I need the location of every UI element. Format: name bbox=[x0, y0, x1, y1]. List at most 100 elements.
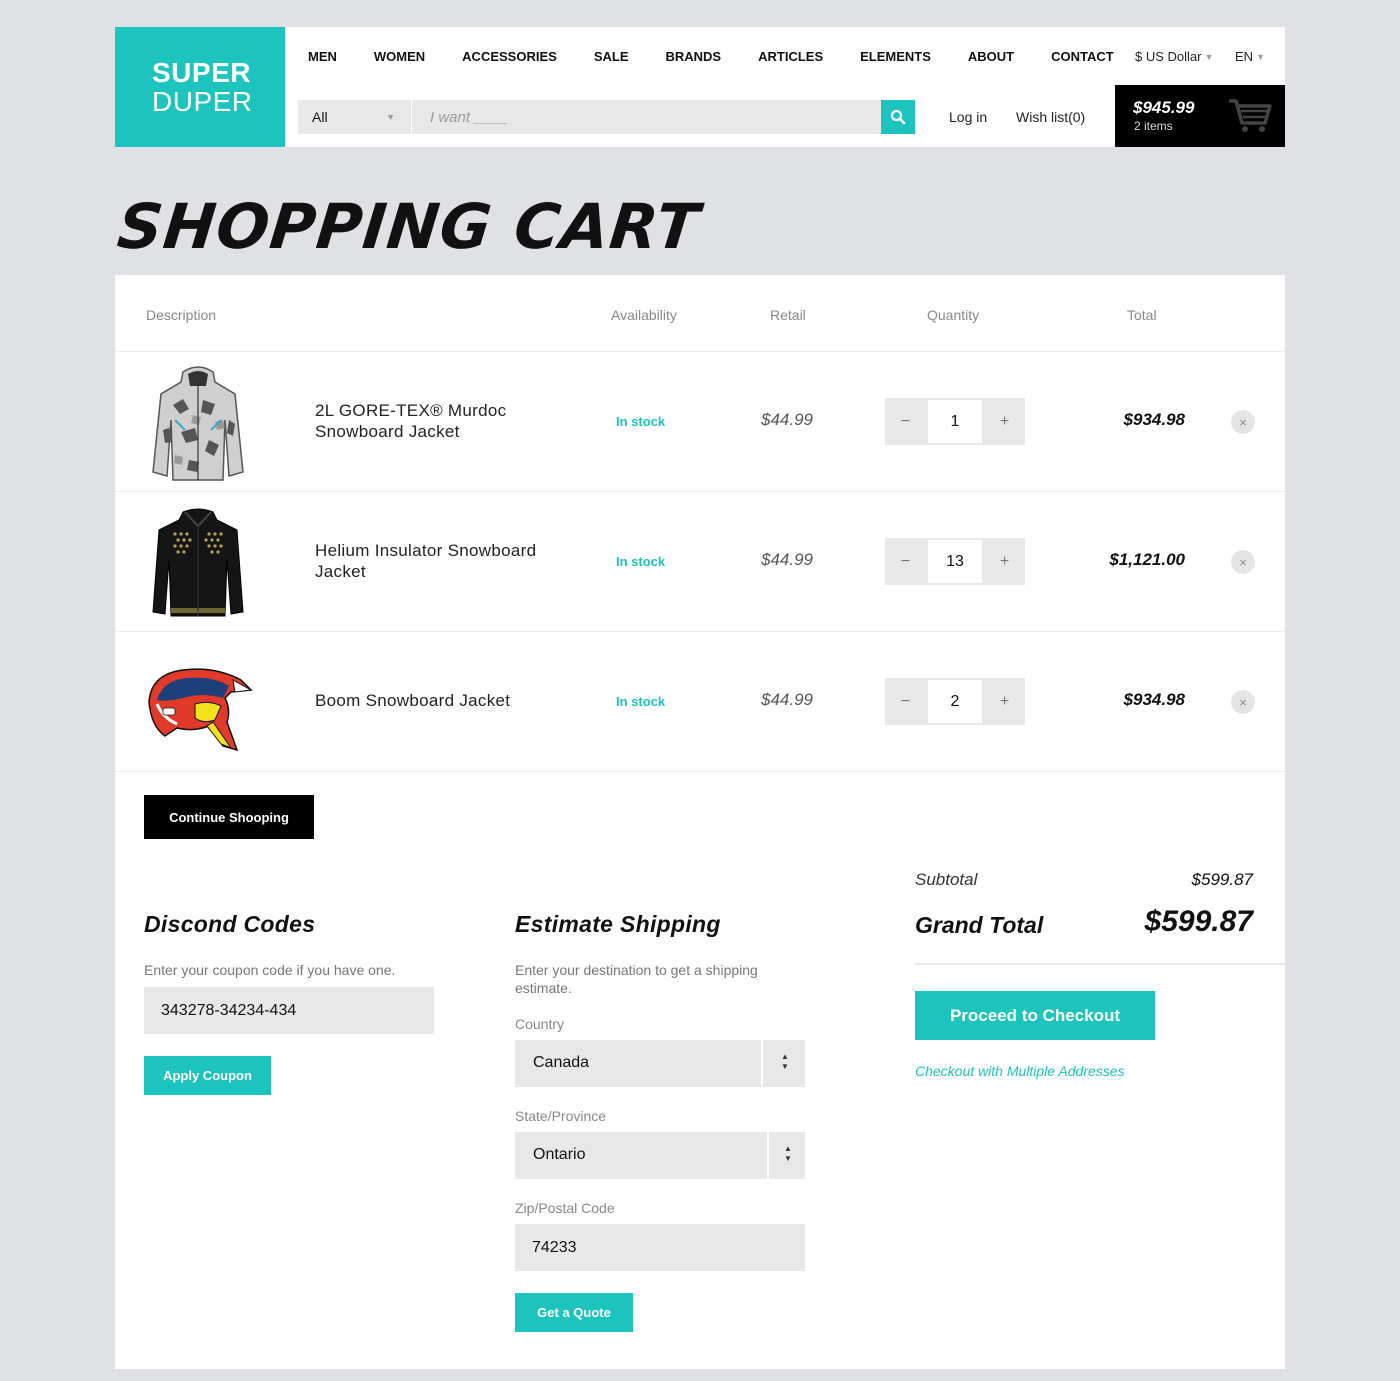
mini-cart-amount: $945.99 bbox=[1133, 98, 1195, 117]
nav-accessories[interactable]: ACCESSORIES bbox=[462, 49, 557, 69]
search-category-value: All bbox=[312, 109, 328, 125]
retail-price: $44.99 bbox=[761, 550, 813, 569]
coupon-code-field[interactable] bbox=[144, 987, 434, 1034]
country-value: Canada bbox=[533, 1054, 590, 1071]
zip-field[interactable] bbox=[515, 1224, 805, 1271]
subtotal-value: $599.87 bbox=[1191, 870, 1253, 889]
search-button[interactable] bbox=[881, 100, 915, 134]
header-quantity: Quantity bbox=[927, 307, 980, 323]
proceed-to-checkout-button[interactable]: Proceed to Checkout bbox=[915, 991, 1155, 1040]
search-input[interactable] bbox=[412, 100, 881, 134]
language-label: EN bbox=[1235, 49, 1254, 64]
nav-sale[interactable]: SALE bbox=[594, 49, 629, 69]
qty-value[interactable]: 2 bbox=[926, 678, 984, 725]
cart-panel: Description Availability Retail Quantity… bbox=[115, 275, 1285, 1369]
nav-articles[interactable]: ARTICLES bbox=[758, 49, 823, 69]
product-name[interactable]: Boom Snowboard Jacket bbox=[315, 690, 575, 711]
logo-line-1: SUPER bbox=[152, 57, 251, 88]
select-separator bbox=[761, 1040, 763, 1087]
availability-status: In stock bbox=[616, 554, 666, 569]
product-name[interactable]: Helium Insulator Snowboard Jacket bbox=[315, 540, 575, 582]
row-total: $934.98 bbox=[1123, 410, 1185, 429]
nav-contact[interactable]: CONTACT bbox=[1051, 49, 1114, 69]
state-label: State/Province bbox=[515, 1108, 607, 1124]
apply-coupon-button[interactable]: Apply Coupon bbox=[144, 1056, 271, 1095]
logo[interactable]: SUPER DUPER bbox=[115, 27, 285, 147]
login-link[interactable]: Log in bbox=[949, 109, 987, 125]
close-icon: × bbox=[1239, 694, 1247, 710]
caret-down-icon: ▼ bbox=[1256, 52, 1265, 62]
currency-label: $ US Dollar bbox=[1135, 49, 1202, 64]
nav-men[interactable]: MEN bbox=[308, 49, 337, 69]
zip-label: Zip/Postal Code bbox=[515, 1200, 615, 1216]
header-retail: Retail bbox=[770, 307, 806, 323]
mini-cart[interactable]: $945.99 2 items bbox=[1115, 85, 1285, 147]
up-down-icon: ▲ ▼ bbox=[784, 1144, 792, 1163]
table-row: Boom Snowboard Jacket In stock $44.99 − … bbox=[115, 632, 1285, 772]
page-title: SHOPPING CART bbox=[114, 190, 704, 263]
subtotal-label: Subtotal bbox=[915, 870, 978, 889]
qty-increase-button[interactable]: + bbox=[984, 678, 1025, 725]
qty-decrease-button[interactable]: − bbox=[885, 538, 926, 585]
quantity-stepper: − 2 + bbox=[885, 678, 1025, 725]
header-description: Description bbox=[146, 307, 217, 323]
row-total: $1,121.00 bbox=[1109, 550, 1185, 569]
close-icon: × bbox=[1239, 414, 1247, 430]
continue-shopping-button[interactable]: Continue Shooping bbox=[144, 795, 314, 839]
state-value: Ontario bbox=[533, 1146, 586, 1163]
grand-total-label: Grand Total bbox=[915, 912, 1044, 938]
camo-jacket-image bbox=[152, 366, 244, 481]
divider bbox=[915, 963, 1285, 965]
nav-women[interactable]: WOMEN bbox=[374, 49, 425, 69]
nav-elements[interactable]: ELEMENTS bbox=[860, 49, 931, 69]
divider bbox=[115, 771, 1285, 772]
nav-about[interactable]: ABOUT bbox=[968, 49, 1014, 69]
row-total: $934.98 bbox=[1123, 690, 1185, 709]
black-jacket-image bbox=[152, 508, 244, 617]
cart-icon bbox=[1229, 99, 1272, 132]
country-select[interactable]: Canada ▲ ▼ bbox=[515, 1040, 805, 1087]
qty-value[interactable]: 1 bbox=[926, 398, 984, 445]
currency-selector[interactable]: $ US Dollar ▼ bbox=[1135, 49, 1213, 65]
shipping-title: Estimate Shipping bbox=[515, 911, 721, 937]
product-name[interactable]: 2L GORE-TEX® Murdoc Snowboard Jacket bbox=[315, 400, 575, 442]
multi-address-checkout-link[interactable]: Checkout with Multiple Addresses bbox=[915, 1063, 1125, 1079]
main-nav: MEN WOMEN ACCESSORIES SALE BRANDS ARTICL… bbox=[308, 49, 1151, 69]
quantity-stepper: − 13 + bbox=[885, 538, 1025, 585]
grand-total-value: $599.87 bbox=[1144, 905, 1253, 938]
retail-price: $44.99 bbox=[761, 410, 813, 429]
search-icon bbox=[890, 109, 906, 125]
availability-status: In stock bbox=[616, 414, 666, 429]
state-select[interactable]: Ontario ▲ ▼ bbox=[515, 1132, 805, 1179]
get-quote-button[interactable]: Get a Quote bbox=[515, 1293, 633, 1332]
close-icon: × bbox=[1239, 554, 1247, 570]
qty-decrease-button[interactable]: − bbox=[885, 678, 926, 725]
table-row: 2L GORE-TEX® Murdoc Snowboard Jacket In … bbox=[115, 352, 1285, 492]
header-total: Total bbox=[1127, 307, 1157, 323]
header-availability: Availability bbox=[611, 307, 677, 323]
availability-status: In stock bbox=[616, 694, 666, 709]
quantity-stepper: − 1 + bbox=[885, 398, 1025, 445]
qty-increase-button[interactable]: + bbox=[984, 538, 1025, 585]
select-separator bbox=[767, 1132, 769, 1179]
discount-title: Discond Codes bbox=[144, 911, 316, 937]
search-category-select[interactable]: All ▼ bbox=[298, 100, 411, 134]
wishlist-link[interactable]: Wish list(0) bbox=[1016, 109, 1085, 125]
retail-price: $44.99 bbox=[761, 690, 813, 709]
qty-decrease-button[interactable]: − bbox=[885, 398, 926, 445]
country-label: Country bbox=[515, 1016, 565, 1032]
remove-item-button[interactable]: × bbox=[1231, 690, 1255, 714]
shipping-hint: Enter your destination to get a shipping… bbox=[515, 962, 758, 996]
qty-value[interactable]: 13 bbox=[926, 538, 984, 585]
remove-item-button[interactable]: × bbox=[1231, 550, 1255, 574]
table-row: Helium Insulator Snowboard Jacket In sto… bbox=[115, 492, 1285, 632]
qty-increase-button[interactable]: + bbox=[984, 398, 1025, 445]
nav-brands[interactable]: BRANDS bbox=[665, 49, 721, 69]
language-selector[interactable]: EN ▼ bbox=[1235, 49, 1265, 65]
logo-line-2: DUPER bbox=[152, 86, 253, 117]
remove-item-button[interactable]: × bbox=[1231, 410, 1255, 434]
site-header: SUPER DUPER MEN WOMEN ACCESSORIES SALE B… bbox=[115, 27, 1285, 147]
up-down-icon: ▲ ▼ bbox=[781, 1052, 789, 1071]
caret-down-icon: ▼ bbox=[386, 112, 395, 122]
helmet-image bbox=[148, 668, 253, 752]
